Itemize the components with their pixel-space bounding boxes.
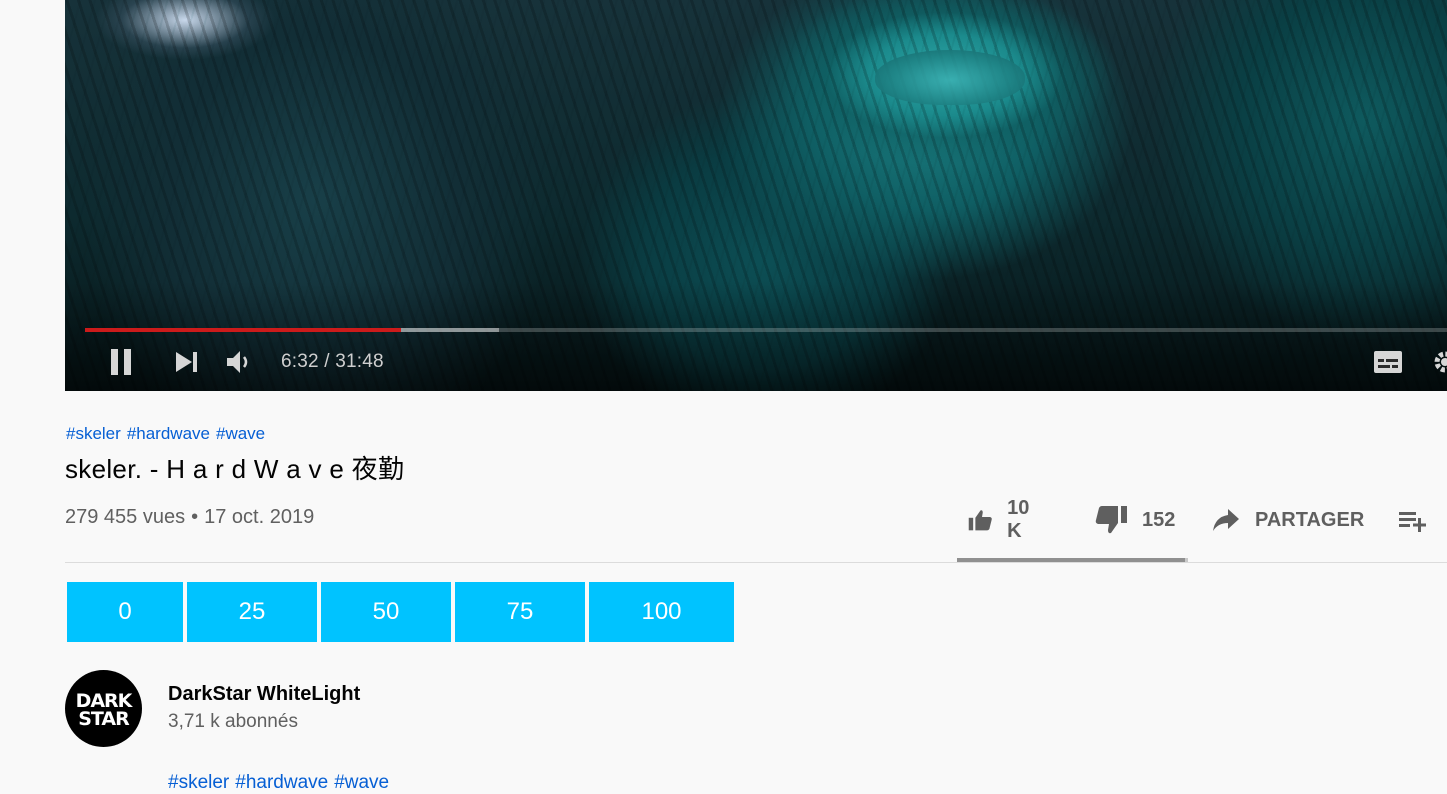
hashtag-link[interactable]: #hardwave [235,772,328,793]
share-button[interactable]: PARTAGER [1211,500,1364,540]
hashtag-link[interactable]: #skeler [66,424,121,443]
progress-bar[interactable] [85,328,1447,332]
view-count-and-date: 279 455 vues • 17 oct. 2019 [65,506,314,529]
channel-name[interactable]: DarkStar WhiteLight [168,683,360,706]
volume-icon [227,351,248,373]
like-dislike-ratio-bar [957,558,1188,562]
description-hashtags: #skeler #hardwave #wave [168,772,395,794]
seek-0-button[interactable]: 0 [67,582,183,642]
hashtag-link[interactable]: #skeler [168,772,229,793]
next-icon [176,352,197,372]
thumb-down-icon [1095,506,1127,534]
meta-separator: • [191,506,199,528]
time-display: 6:32 / 31:48 [281,351,384,373]
darkstar-logo-icon: DARK STAR [76,690,135,730]
like-button[interactable]: 10 K [968,497,1038,542]
settings-icon [1434,351,1447,373]
save-button[interactable] [1398,500,1428,540]
next-button[interactable] [167,340,207,384]
subtitles-button[interactable] [1368,340,1408,384]
settings-button[interactable] [1425,340,1447,384]
dislike-button[interactable]: 152 [1094,500,1175,540]
video-frame-detail [875,50,1025,105]
time-total: 31:48 [335,351,384,372]
volume-button[interactable] [219,340,259,384]
like-ratio-fill [957,558,1185,562]
share-arrow-icon [1213,509,1239,531]
upload-date: 17 oct. 2019 [204,506,315,528]
dislike-count: 152 [1142,508,1176,531]
like-count: 10 K [1007,497,1030,542]
player-controls: 6:32 / 31:48 [65,340,1447,384]
share-label: PARTAGER [1255,508,1365,531]
seek-75-button[interactable]: 75 [455,582,585,642]
playlist-add-icon [1399,512,1426,532]
time-separator: / [318,351,336,372]
video-title: skeler. - H a r d W a v e 夜勤 [65,454,405,484]
subtitles-icon [1374,351,1402,373]
time-current: 6:32 [281,351,319,372]
view-count: 279 455 vues [65,506,186,528]
hashtag-link[interactable]: #hardwave [127,424,210,443]
hashtag-link[interactable]: #wave [334,772,389,793]
hashtag-link[interactable]: #wave [216,424,265,443]
pause-button[interactable] [102,340,142,384]
seek-50-button[interactable]: 50 [321,582,451,642]
video-hashtags: #skeler #hardwave #wave [66,424,271,444]
thumb-up-icon [968,510,992,531]
video-player[interactable]: 6:32 / 31:48 [65,0,1447,391]
logo-line-2: STAR [78,708,130,730]
section-divider [65,562,1447,563]
subscriber-count: 3,71 k abonnés [168,711,298,732]
channel-avatar[interactable]: DARK STAR [65,670,142,747]
seek-25-button[interactable]: 25 [187,582,317,642]
pause-icon [111,349,131,375]
seek-100-button[interactable]: 100 [589,582,734,642]
progress-played [85,328,401,332]
